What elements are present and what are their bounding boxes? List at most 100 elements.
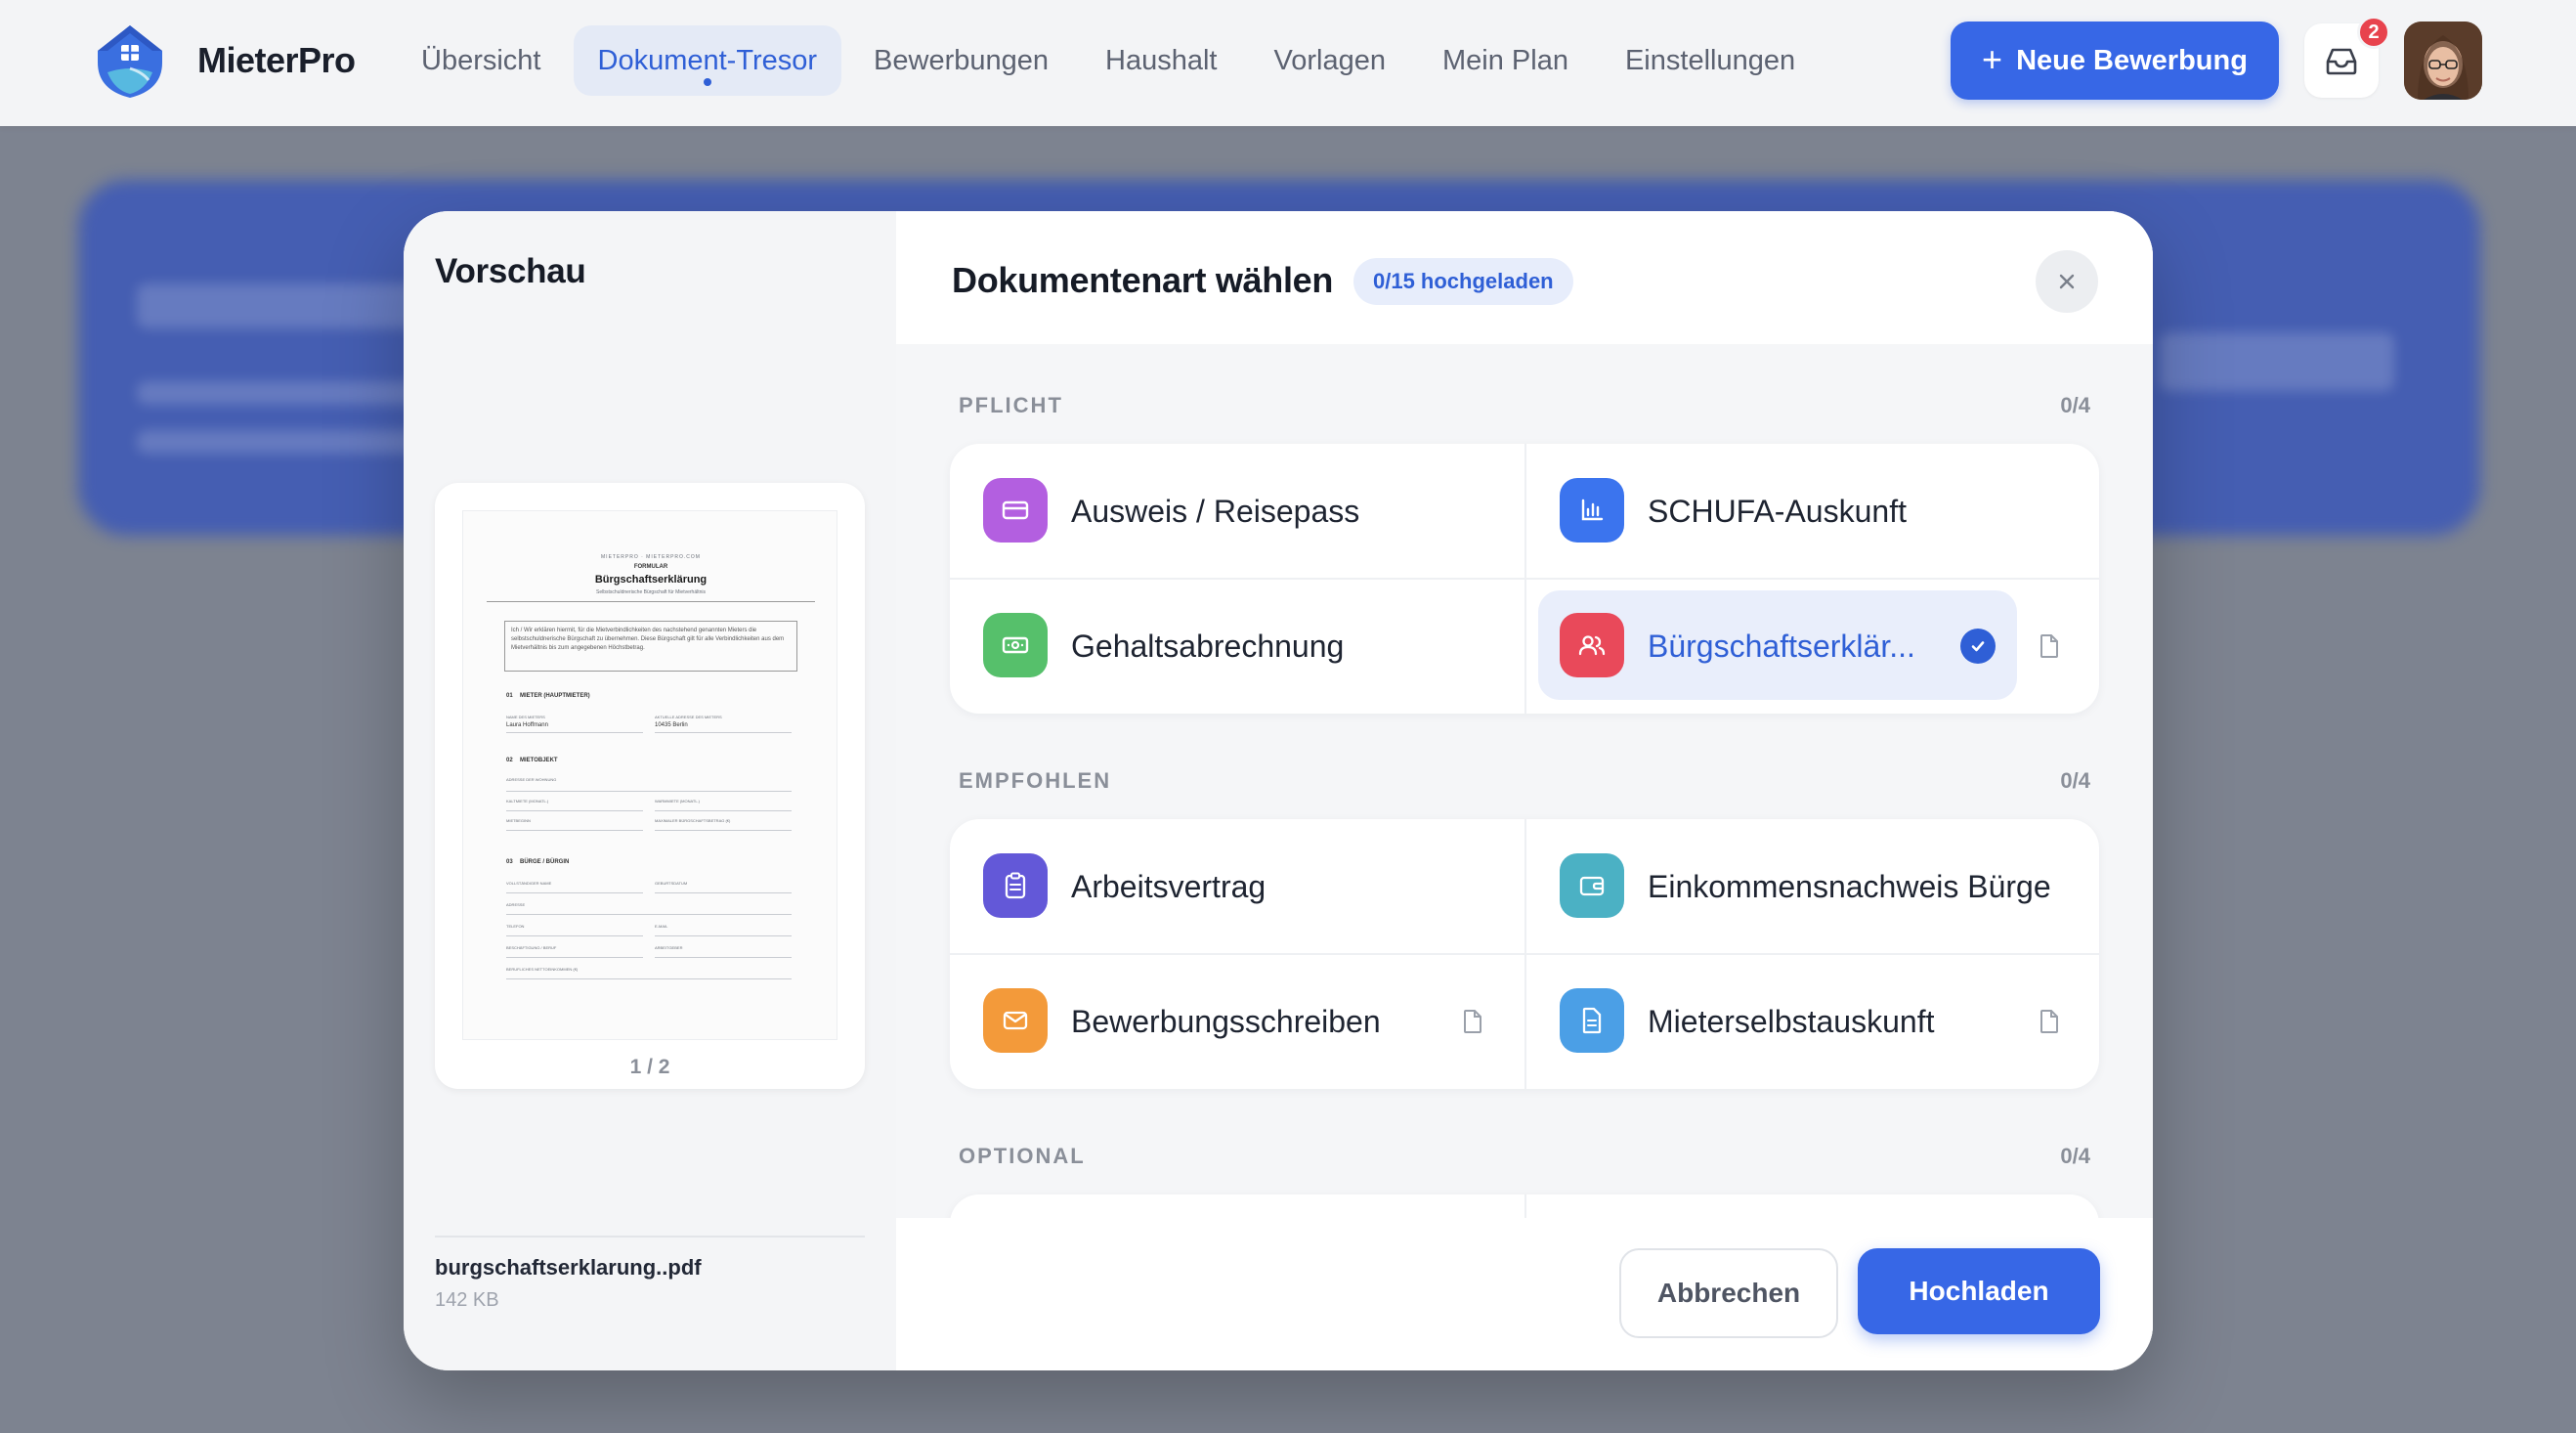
nav-item-label: Dokument-Tresor [597, 44, 818, 76]
doc-intro-text: Ich / Wir erklären hiermit, für die Miet… [511, 628, 785, 651]
file-icon [2040, 634, 2058, 658]
cancel-button[interactable]: Abbrechen [1619, 1248, 1838, 1338]
doc-field: ADRESSE DER WOHNUNG [506, 777, 557, 782]
document-icon [1560, 988, 1624, 1053]
new-application-button[interactable]: + Neue Bewerbung [1951, 22, 2279, 100]
doc-type-label: Bewerbungsschreiben [1071, 1003, 1381, 1039]
doc-section-2-num: 02 [506, 758, 513, 763]
new-application-label: Neue Bewerbung [2016, 44, 2248, 76]
active-indicator-dot [703, 78, 711, 86]
doc-title: Bürgschaftserklärung [594, 574, 708, 586]
doc-type-label: Gehaltsabrechnung [1071, 628, 1345, 664]
doc-subtitle: Selbstschuldnerische Bürgschaft für Miet… [596, 589, 706, 595]
nav-item-uebersicht[interactable]: Übersicht [397, 25, 566, 96]
doc-value: Laura Hoffmann [506, 722, 548, 728]
mail-icon [983, 988, 1048, 1053]
doc-field-line [506, 830, 643, 831]
preview-pane: Vorschau MIETERPRO · MIETERPRO.COM FORMU… [404, 211, 896, 1370]
doc-field: TELEFON [506, 924, 525, 929]
doc-field-line [655, 935, 792, 936]
doc-type-gehaltsabrechnung[interactable]: Gehaltsabrechnung [950, 579, 1524, 714]
dialog-header: Dokumentenart wählen 0/15 hochgeladen [896, 211, 2153, 344]
doc-section-3-num: 03 [506, 859, 513, 865]
nav-item-bewerbungen[interactable]: Bewerbungen [849, 25, 1073, 96]
section-count-pflicht: 0/4 [2060, 393, 2090, 417]
upload-button[interactable]: Hochladen [1858, 1248, 2100, 1334]
nav-item-einstellungen[interactable]: Einstellungen [1601, 25, 1820, 96]
inbox-icon [2326, 48, 2357, 75]
banknote-icon [983, 613, 1048, 677]
check-icon [1960, 629, 1996, 664]
section-count-optional: 0/4 [2060, 1144, 2090, 1168]
doc-type-ausweis[interactable]: Ausweis / Reisepass [950, 444, 1524, 579]
clipboard-icon [983, 853, 1048, 918]
doc-value: 10435 Berlin [655, 722, 688, 728]
inbox-button[interactable]: 2 [2304, 16, 2390, 98]
preview-title: Vorschau [435, 252, 586, 290]
doc-field-line [506, 791, 792, 792]
id-card-icon [983, 478, 1048, 543]
brand[interactable]: MieterPro [92, 22, 356, 100]
doc-type-mieterselbstauskunft[interactable]: Mieterselbstauskunft [1526, 954, 2099, 1089]
doc-section-1-title: MIETER (HAUPTMIETER) [520, 693, 590, 699]
nav-item-mein-plan[interactable]: Mein Plan [1418, 25, 1593, 96]
file-name: burgschaftserklarung..pdf [435, 1255, 702, 1280]
nav-item-vorlagen[interactable]: Vorlagen [1250, 25, 1411, 96]
doc-field: ARBEITGEBER [655, 945, 683, 950]
doc-field-line [655, 957, 792, 958]
doc-field-line [506, 957, 643, 958]
doc-type-label: Arbeitsvertrag [1071, 868, 1267, 904]
doc-type-label: Ausweis / Reisepass [1071, 493, 1360, 529]
doc-field: MIETBEGINN [506, 818, 531, 823]
close-button[interactable] [2036, 250, 2098, 313]
doc-type-bewerbungsschreiben[interactable]: Bewerbungsschreiben [950, 954, 1524, 1089]
document-grid-pflicht: Ausweis / Reisepass SCHUFA-Auskunft Geha… [950, 444, 2099, 714]
doc-type-buergschaftserklaerung[interactable]: Bürgschaftserklär... [1526, 579, 2099, 714]
doc-field-line [506, 732, 643, 733]
doc-type-label: SCHUFA-Auskunft [1648, 493, 1907, 529]
nav-item-dokument-tresor[interactable]: Dokument-Tresor [573, 25, 842, 96]
user-photo [2404, 22, 2482, 100]
doc-type-label: Bürgschaftserklär... [1648, 628, 1915, 664]
doc-field-line [655, 810, 792, 811]
doc-field-line [506, 914, 792, 915]
section-label-pflicht: PFLICHT [959, 393, 1063, 417]
wallet-icon [1560, 853, 1624, 918]
doc-field-line [655, 830, 792, 831]
nav-item-haushalt[interactable]: Haushalt [1081, 25, 1241, 96]
user-avatar[interactable] [2404, 22, 2482, 100]
doc-divider [487, 601, 815, 602]
document-type-pane: Dokumentenart wählen 0/15 hochgeladen PF… [896, 211, 2153, 1370]
file-divider [435, 1236, 865, 1238]
close-icon [2059, 274, 2075, 289]
doc-section-2-title: MIETOBJEKT [520, 758, 558, 763]
bar-chart-icon [1560, 478, 1624, 543]
doc-field-line [506, 810, 643, 811]
file-icon [1464, 1010, 1481, 1033]
page-indicator: 1 / 2 [629, 1056, 670, 1078]
doc-field-line [655, 892, 792, 893]
notification-badge: 2 [2357, 16, 2390, 49]
dialog-footer: Abbrechen Hochladen [896, 1218, 2153, 1370]
top-navigation-bar: MieterPro Übersicht Dokument-Tresor Bewe… [0, 0, 2576, 126]
doc-field: MAXIMALER BÜRGSCHAFTSBETRAG (€) [655, 818, 731, 823]
dialog-title: Dokumentenart wählen [952, 260, 1334, 300]
doc-field-line [655, 732, 792, 733]
file-size: 142 KB [435, 1289, 499, 1311]
document-type-dialog: Vorschau MIETERPRO · MIETERPRO.COM FORMU… [404, 211, 2153, 1370]
doc-intro-box: Ich / Wir erklären hiermit, für die Miet… [504, 621, 797, 672]
section-label-empfohlen: EMPFOHLEN [959, 768, 1112, 793]
doc-field-line [506, 892, 643, 893]
doc-field: AKTUELLE ADRESSE DES MIETERS [655, 715, 722, 719]
doc-field: BERUFLICHES NETTOEINKOMMEN (€) [506, 967, 579, 972]
doc-header-small: MIETERPRO · MIETERPRO.COM [601, 554, 701, 560]
document-preview-card[interactable]: MIETERPRO · MIETERPRO.COM FORMULAR Bürgs… [435, 483, 865, 1089]
doc-type-schufa[interactable]: SCHUFA-Auskunft [1526, 444, 2099, 579]
document-page: MIETERPRO · MIETERPRO.COM FORMULAR Bürgs… [462, 510, 837, 1040]
doc-type-arbeitsvertrag[interactable]: Arbeitsvertrag [950, 819, 1524, 954]
house-logo-icon [98, 25, 162, 98]
doc-field: BESCHÄFTIGUNG / BERUF [506, 945, 557, 950]
doc-field: KALTMIETE (MONATL.) [506, 799, 549, 803]
doc-type-einkommensnachweis-buerge[interactable]: Einkommensnachweis Bürge [1526, 819, 2099, 954]
doc-field: NAME DES MIETERS [506, 715, 545, 719]
